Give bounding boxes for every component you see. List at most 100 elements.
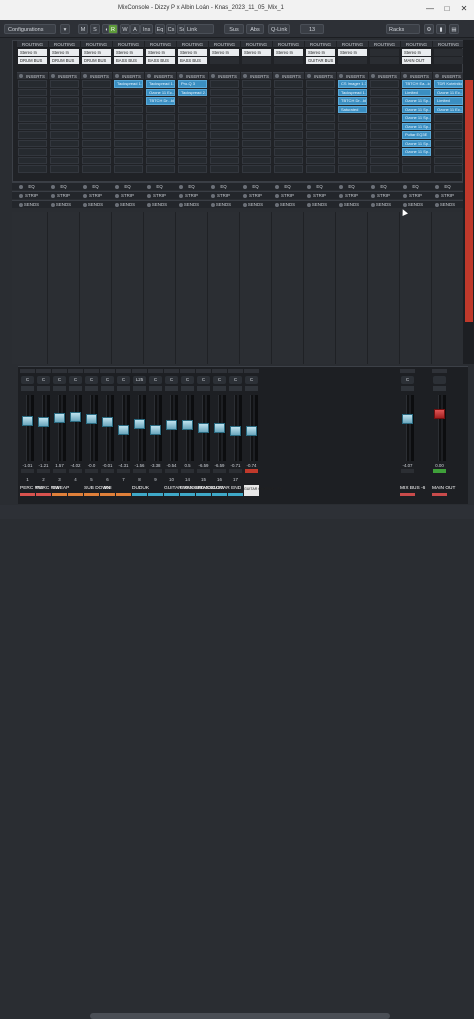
insert-slot[interactable] bbox=[338, 156, 367, 164]
insert-slot[interactable] bbox=[210, 122, 239, 130]
insert-slot[interactable] bbox=[306, 105, 335, 113]
insert-slot[interactable] bbox=[338, 114, 367, 122]
eq-section[interactable]: EQ bbox=[80, 183, 111, 191]
insert-slot[interactable] bbox=[274, 114, 303, 122]
eq-section[interactable]: EQ bbox=[272, 183, 303, 191]
insert-slot[interactable] bbox=[370, 156, 399, 164]
mute-solo-buttons[interactable] bbox=[229, 469, 242, 473]
channel-buttons[interactable] bbox=[101, 386, 114, 391]
insert-slot[interactable] bbox=[210, 148, 239, 156]
pan-knob[interactable] bbox=[433, 376, 446, 384]
fader-track[interactable] bbox=[58, 395, 61, 461]
routing-header[interactable]: ROUTING bbox=[177, 41, 208, 48]
mute-solo-buttons[interactable] bbox=[245, 469, 258, 473]
channel-header[interactable] bbox=[432, 369, 447, 373]
insert-slot[interactable] bbox=[82, 114, 111, 122]
eq-section[interactable]: EQ bbox=[144, 183, 175, 191]
mute-solo-buttons[interactable] bbox=[165, 469, 178, 473]
insert-slot[interactable]: Tackspread 1.3 bbox=[146, 80, 175, 88]
sends-section[interactable]: SENDS bbox=[272, 201, 303, 209]
fader-handle[interactable] bbox=[54, 412, 65, 423]
fader-handle[interactable] bbox=[198, 423, 209, 433]
insert-slot[interactable] bbox=[434, 148, 463, 156]
fader-track[interactable] bbox=[90, 395, 93, 461]
insert-slot[interactable] bbox=[18, 97, 47, 105]
insert-slot[interactable] bbox=[50, 122, 79, 130]
fader-value[interactable]: -6.59 bbox=[196, 463, 211, 468]
insert-slot[interactable] bbox=[338, 165, 367, 173]
strip-section[interactable]: STRIP bbox=[144, 192, 175, 200]
insert-slot[interactable] bbox=[274, 88, 303, 96]
channel-header[interactable] bbox=[148, 369, 163, 373]
eq-section[interactable]: EQ bbox=[400, 183, 431, 191]
insert-slot[interactable]: Tackspread 1.3 bbox=[114, 80, 143, 88]
mute-solo-buttons[interactable] bbox=[149, 469, 162, 473]
routing-header[interactable]: ROUTING bbox=[113, 41, 144, 48]
fader-handle[interactable] bbox=[134, 418, 145, 429]
bypass-icon[interactable] bbox=[339, 74, 343, 78]
channel-name[interactable]: GUITAR VERSES bbox=[164, 485, 203, 493]
pan-knob[interactable]: C bbox=[37, 376, 50, 384]
insert-slot[interactable] bbox=[242, 114, 271, 122]
insert-slot[interactable]: Ozone 11 Ec...ui bbox=[434, 88, 463, 96]
strip-section[interactable]: STRIP bbox=[208, 192, 239, 200]
output-routing-select[interactable] bbox=[434, 57, 463, 64]
fader-value[interactable]: -0.0 bbox=[84, 463, 99, 468]
insert-slot[interactable] bbox=[338, 122, 367, 130]
insert-slot[interactable] bbox=[274, 80, 303, 88]
channel-header[interactable] bbox=[116, 369, 131, 373]
channel-buttons[interactable] bbox=[433, 386, 446, 391]
insert-slot[interactable] bbox=[146, 139, 175, 147]
fader-track[interactable] bbox=[26, 395, 29, 461]
insert-slot[interactable]: Tackspread 1.3 bbox=[338, 88, 367, 96]
abs-button[interactable]: Abs bbox=[246, 24, 264, 34]
insert-slot[interactable] bbox=[82, 105, 111, 113]
insert-slot[interactable] bbox=[178, 148, 207, 156]
strip-section[interactable]: STRIP bbox=[176, 192, 207, 200]
output-routing-select[interactable]: BASS BUS bbox=[178, 57, 207, 64]
insert-slot[interactable] bbox=[178, 139, 207, 147]
input-routing-select[interactable]: Stereo In bbox=[242, 49, 271, 56]
qlink-button[interactable]: Q-Link bbox=[268, 24, 290, 34]
insert-slot[interactable] bbox=[338, 131, 367, 139]
channel-buttons[interactable] bbox=[181, 386, 194, 391]
insert-slot[interactable] bbox=[82, 131, 111, 139]
channel-buttons[interactable] bbox=[229, 386, 242, 391]
insert-slot[interactable] bbox=[370, 122, 399, 130]
input-routing-select[interactable]: Stereo In bbox=[210, 49, 239, 56]
inserts-header[interactable]: INSERTS bbox=[433, 72, 464, 79]
channel-name[interactable]: 808 bbox=[100, 485, 115, 493]
routing-header[interactable]: ROUTING bbox=[337, 41, 368, 48]
insert-slot[interactable] bbox=[50, 105, 79, 113]
output-routing-select[interactable] bbox=[242, 57, 271, 64]
solo-all-button[interactable]: S bbox=[90, 24, 100, 34]
insert-slot[interactable] bbox=[434, 131, 463, 139]
insert-slot[interactable] bbox=[146, 114, 175, 122]
insert-slot[interactable]: Ozone 11 Sp...r bbox=[402, 114, 431, 122]
channel-header[interactable] bbox=[20, 369, 35, 373]
inserts-header[interactable]: INSERTS bbox=[17, 72, 48, 79]
strip-section[interactable]: STRIP bbox=[112, 192, 143, 200]
insert-slot[interactable] bbox=[50, 97, 79, 105]
channel-name[interactable] bbox=[228, 485, 243, 493]
insert-slot[interactable] bbox=[178, 105, 207, 113]
insert-slot[interactable] bbox=[146, 148, 175, 156]
fader-value[interactable]: -0.71 bbox=[228, 463, 243, 468]
input-routing-select[interactable]: Stereo In bbox=[82, 49, 111, 56]
close-button[interactable]: ✕ bbox=[458, 3, 470, 15]
insert-slot[interactable] bbox=[274, 105, 303, 113]
sends-section[interactable]: SENDS bbox=[176, 201, 207, 209]
window-layout-icon[interactable]: ▤ bbox=[449, 24, 459, 34]
strip-section[interactable]: STRIP bbox=[368, 192, 399, 200]
insert-slot[interactable] bbox=[50, 114, 79, 122]
channel-header[interactable] bbox=[228, 369, 243, 373]
insert-slot[interactable] bbox=[114, 88, 143, 96]
eq-section[interactable]: EQ bbox=[176, 183, 207, 191]
insert-slot[interactable] bbox=[306, 139, 335, 147]
insert-slot[interactable] bbox=[370, 148, 399, 156]
insert-slot[interactable] bbox=[114, 97, 143, 105]
configurations-dropdown[interactable]: Configurations bbox=[4, 24, 56, 34]
fader-value[interactable]: -4.07 bbox=[400, 463, 415, 468]
channel-header[interactable] bbox=[52, 369, 67, 373]
sends-section[interactable]: SENDS bbox=[432, 201, 463, 209]
